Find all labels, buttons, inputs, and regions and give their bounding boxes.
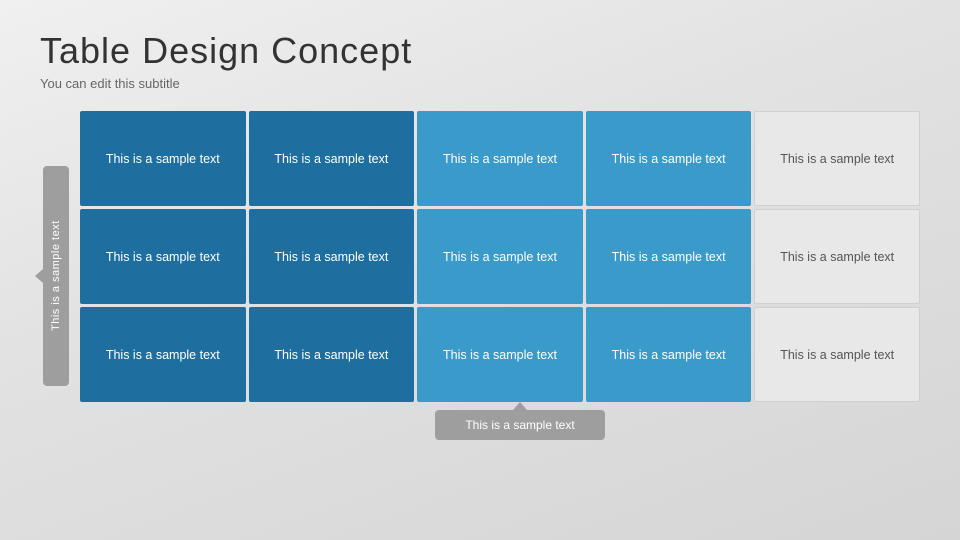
table-cell: This is a sample text [80, 209, 246, 304]
table-cell: This is a sample text [417, 307, 583, 402]
table-cell: This is a sample text [249, 307, 415, 402]
table-grid: This is a sample textThis is a sample te… [80, 111, 920, 402]
table-cell: This is a sample text [249, 209, 415, 304]
slide-subtitle: You can edit this subtitle [40, 76, 920, 91]
table-cell: This is a sample text [586, 307, 752, 402]
table-cell: This is a sample text [80, 307, 246, 402]
table-cell: This is a sample text [754, 209, 920, 304]
table-area: This is a sample text This is a sample t… [40, 111, 920, 440]
slide: Table Design Concept You can edit this s… [0, 0, 960, 540]
vertical-label-wrapper: This is a sample text [40, 111, 72, 440]
bottom-label: This is a sample text [435, 410, 604, 440]
table-cell: This is a sample text [417, 111, 583, 206]
vertical-label: This is a sample text [43, 166, 69, 386]
bottom-label-wrapper: This is a sample text [80, 410, 920, 440]
slide-title: Table Design Concept [40, 30, 920, 72]
table-cell: This is a sample text [586, 209, 752, 304]
table-cell: This is a sample text [80, 111, 246, 206]
table-cell: This is a sample text [754, 111, 920, 206]
table-cell: This is a sample text [249, 111, 415, 206]
table-cell: This is a sample text [417, 209, 583, 304]
table-cell: This is a sample text [586, 111, 752, 206]
table-cell: This is a sample text [754, 307, 920, 402]
